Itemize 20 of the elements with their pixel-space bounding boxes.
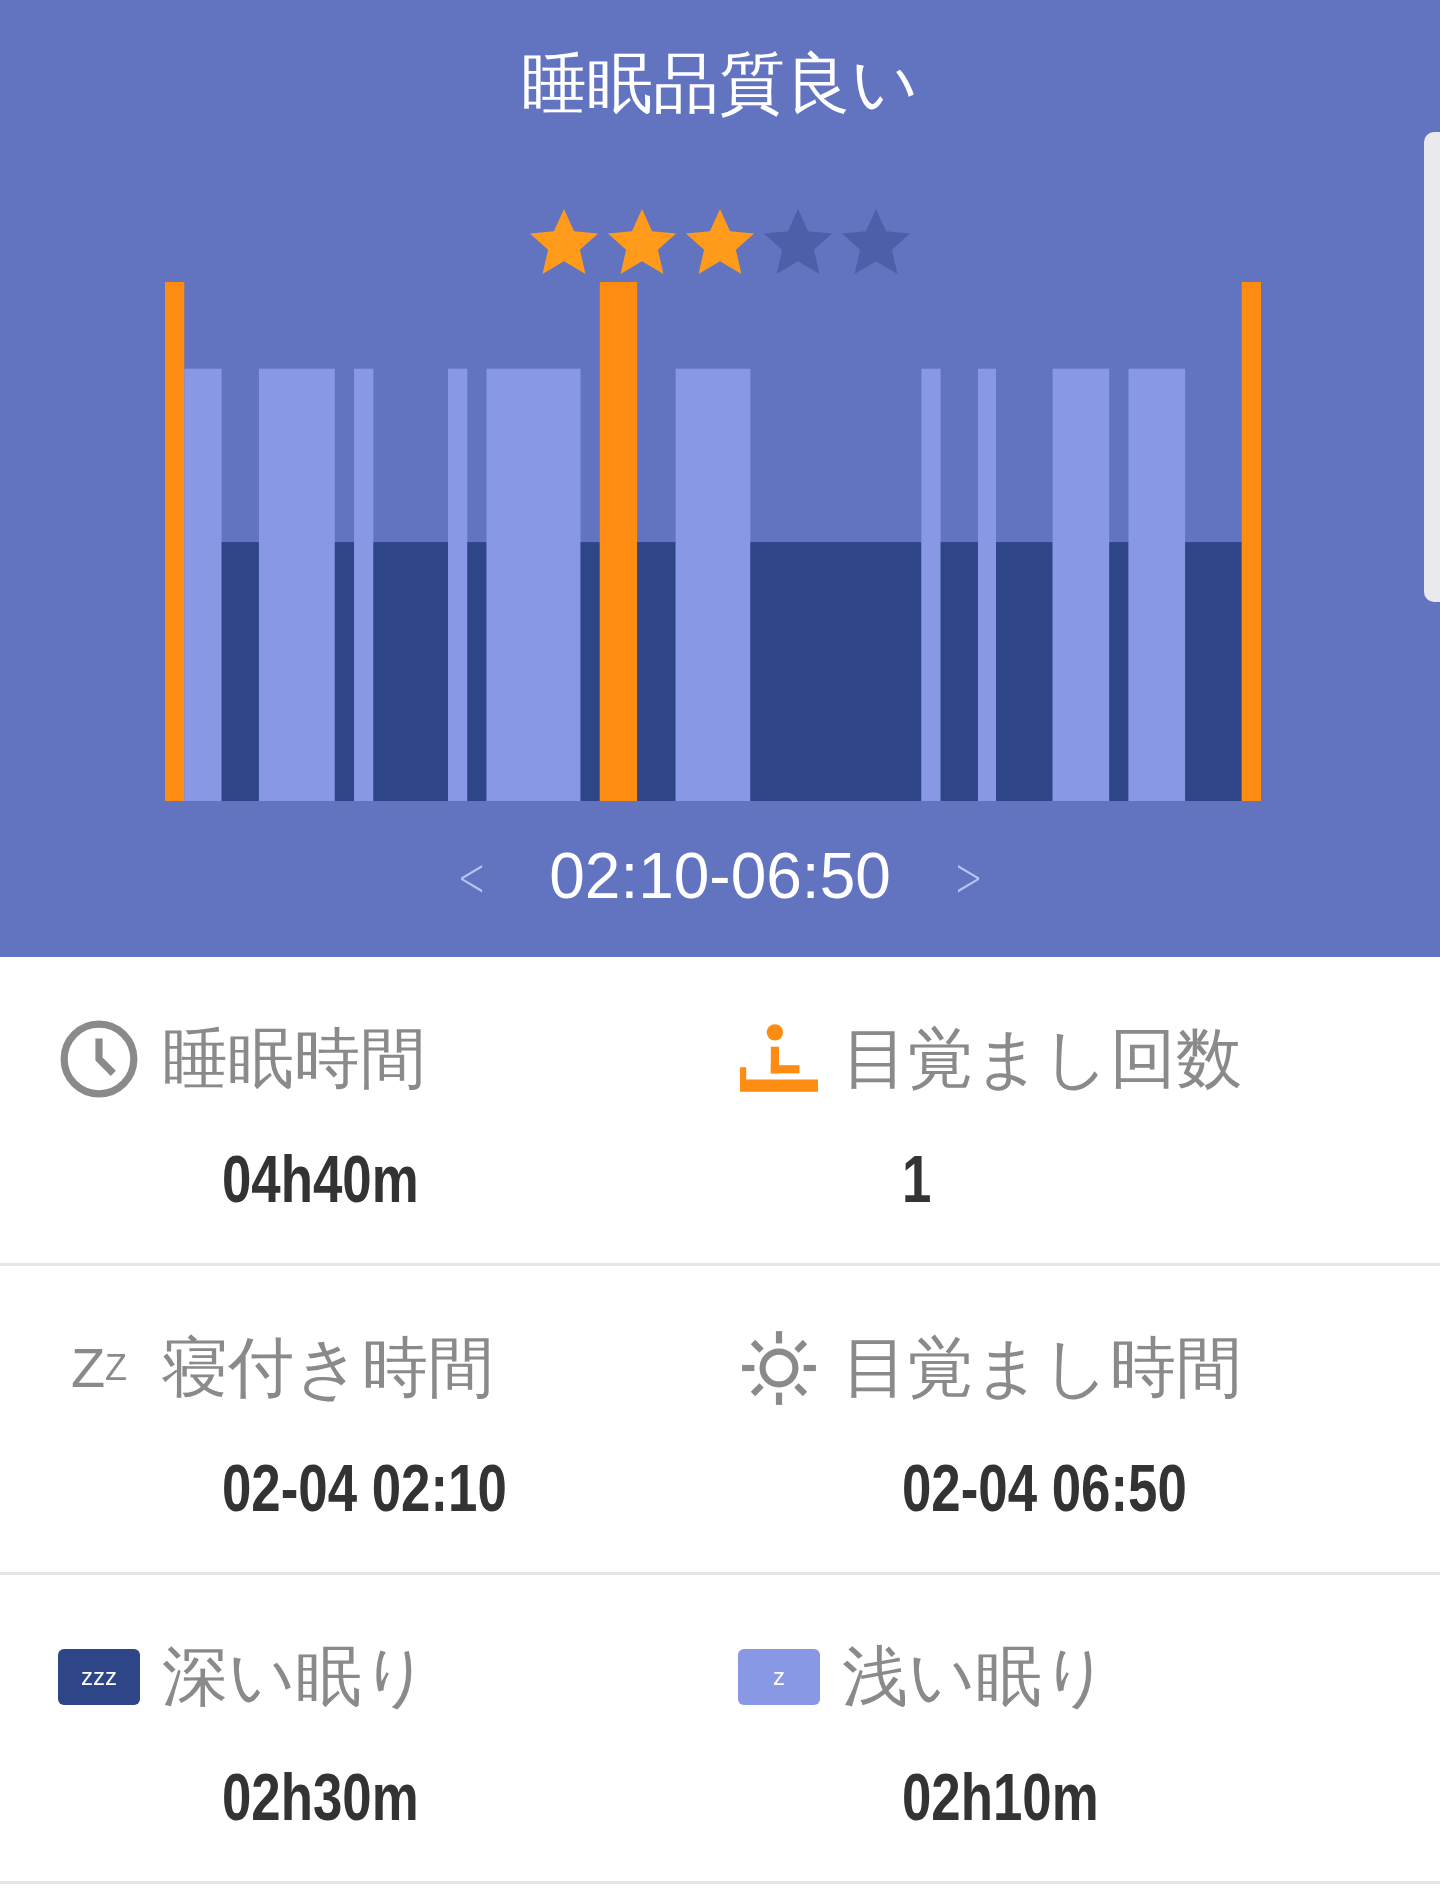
stat-label: 目覚まし時間	[842, 1328, 1242, 1408]
stat-value: 02h30m	[222, 1759, 420, 1836]
clock-icon	[58, 1018, 140, 1100]
stat-label: 睡眠時間	[162, 1019, 426, 1099]
stat-value: 1	[902, 1141, 933, 1218]
stat-value: 02-04 02:10	[222, 1450, 508, 1527]
stat-value: 02h10m	[902, 1759, 1100, 1836]
stat-value: 04h40m	[222, 1141, 420, 1218]
speech-bubble-icon: zzz	[58, 1649, 140, 1705]
stat-label: 浅い眠り	[842, 1637, 1110, 1717]
stat-value: 02-04 06:50	[902, 1450, 1188, 1527]
stat-label: 深い眠り	[162, 1637, 430, 1717]
speech-bubble-icon: z	[738, 1649, 820, 1705]
next-button[interactable]: >	[951, 843, 985, 909]
stat-label: 寝付き時間	[162, 1328, 494, 1408]
stat-label: 目覚まし回数	[842, 1019, 1242, 1099]
previous-button[interactable]: <	[455, 843, 489, 909]
time-range: 02:10-06:50	[549, 839, 891, 913]
sleep-z-icon: Z$^{Z}$	[58, 1327, 140, 1409]
quality-title: 睡眠品質良い	[521, 44, 919, 124]
